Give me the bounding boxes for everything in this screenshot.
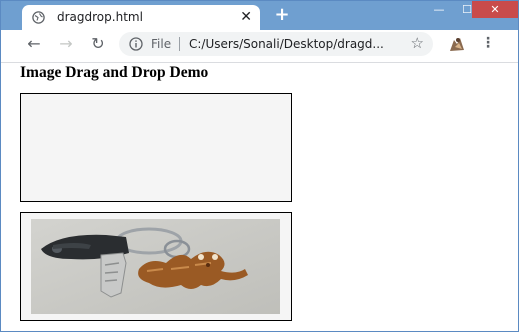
back-button[interactable]: ← bbox=[23, 33, 45, 55]
more-vert-icon[interactable]: ⋮ bbox=[481, 35, 495, 51]
tab-dragdrop[interactable]: dragdrop.html ✕ bbox=[22, 5, 260, 30]
url-scheme: File bbox=[151, 37, 172, 51]
browser-window: dragdrop.html ✕ + — ☐ ✕ ← → ↻ File C:/Us… bbox=[0, 0, 519, 332]
profile-avatar[interactable] bbox=[447, 34, 467, 54]
draggable-keys-image[interactable] bbox=[31, 219, 280, 314]
url-text[interactable]: C:/Users/Sonali/Desktop/dragd... bbox=[189, 37, 384, 51]
new-tab-button[interactable]: + bbox=[273, 6, 291, 24]
reload-button[interactable]: ↻ bbox=[87, 33, 109, 55]
close-tab-icon[interactable]: ✕ bbox=[240, 7, 252, 27]
url-separator bbox=[179, 37, 180, 51]
globe-icon bbox=[32, 11, 45, 24]
close-window-button[interactable]: ✕ bbox=[472, 1, 518, 18]
forward-button[interactable]: → bbox=[55, 33, 77, 55]
page-content: Image Drag and Drop Demo bbox=[1, 63, 518, 331]
address-bar[interactable]: File C:/Users/Sonali/Desktop/dragd... ☆ bbox=[119, 32, 433, 56]
browser-toolbar: ← → ↻ File C:/Users/Sonali/Desktop/dragd… bbox=[1, 30, 518, 63]
minimize-button[interactable]: — bbox=[425, 1, 453, 18]
tab-strip: dragdrop.html ✕ + — ☐ ✕ bbox=[1, 1, 518, 30]
page-title: Image Drag and Drop Demo bbox=[20, 64, 209, 81]
tab-title: dragdrop.html bbox=[57, 10, 143, 24]
drag-source-box[interactable] bbox=[20, 212, 292, 321]
drop-zone[interactable] bbox=[20, 93, 292, 202]
star-icon[interactable]: ☆ bbox=[411, 34, 424, 52]
info-icon[interactable] bbox=[129, 37, 143, 51]
